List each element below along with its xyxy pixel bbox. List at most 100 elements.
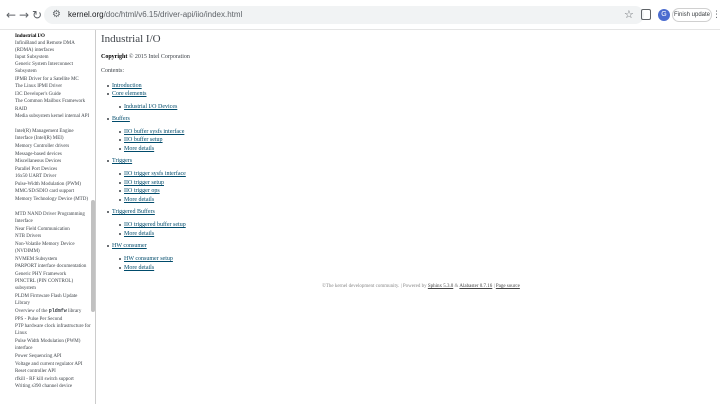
sidebar-item[interactable]: Reset controller API [15, 368, 91, 375]
sidebar-item[interactable]: Generic System Interconnect Subsystem [15, 61, 91, 75]
toc-bullet [107, 118, 109, 120]
sidebar-item[interactable]: Input Subsystem [15, 54, 91, 61]
sidebar-item[interactable]: Pulse-Width Modulation (PWM) [15, 181, 91, 188]
sidebar-item[interactable]: The Common Mailbox Framework [15, 98, 91, 105]
sidebar-item[interactable]: IPMB Driver for a Satellite MC [15, 76, 91, 83]
sidebar-item[interactable]: Overview of the pldmfw library [15, 308, 91, 315]
toc-bullet [119, 182, 121, 184]
footer-prefix: ©The kernel development community. | Pow… [322, 284, 428, 289]
sidebar-item[interactable]: I3C Developer's Guide [15, 91, 91, 98]
sidebar-item[interactable]: InfiniBand and Remote DMA (RDMA) interfa… [15, 40, 91, 54]
sidebar-item[interactable]: NVMEM Subsystem [15, 256, 91, 263]
sidebar-item[interactable]: PPS - Pulse Per Second [15, 316, 91, 323]
toc-bullet [107, 93, 109, 95]
toc-bullet [119, 173, 121, 175]
toc-link[interactable]: IIO trigger ops [124, 187, 160, 195]
toc-link[interactable]: Core elements [112, 90, 147, 98]
toc-bullet [107, 160, 109, 162]
sidebar-item[interactable]: PARPORT interface documentation [15, 263, 91, 270]
footer-source-link[interactable]: Page source [496, 284, 520, 289]
back-icon[interactable]: ← [4, 8, 18, 22]
sidebar-item-code: pldmfw [48, 308, 67, 314]
toc-link[interactable]: HW consumer setup [124, 255, 173, 263]
url-host: kernel.org [68, 10, 104, 19]
sidebar-item[interactable]: Memory Controller drivers [15, 143, 91, 150]
toc-bullet [107, 85, 109, 87]
copyright-label: Copyright [101, 54, 128, 60]
sidebar-item[interactable]: PLDM Firmware Flash Update Library [15, 293, 91, 307]
sidebar-item[interactable]: Writing s390 channel device [15, 383, 91, 390]
toc-link[interactable]: Triggered Buffers [112, 208, 155, 216]
sidebar-item-label: library [66, 309, 82, 314]
sidebar-item[interactable]: Non-Volatile Memory Device (NVDIMM) [15, 241, 91, 255]
sidebar-item[interactable]: Near Field Communication [15, 226, 91, 233]
toc-bullet [119, 106, 121, 108]
site-info-icon[interactable]: ⚙ [52, 9, 64, 21]
sidebar-item[interactable]: PTP hardware clock infrastructure for Li… [15, 323, 91, 337]
footer-sphinx-link[interactable]: Sphinx 5.3.0 [428, 284, 453, 289]
sidebar-item[interactable]: MMC/SD/SDIO card support [15, 188, 91, 195]
extensions-icon[interactable] [641, 9, 651, 20]
copyright-line: Copyright © 2015 Intel Corporation [101, 53, 190, 61]
toc-link[interactable]: Introduction [112, 82, 142, 90]
page-title: Industrial I/O [101, 33, 161, 45]
toc-link[interactable]: IIO trigger sysfs interface [124, 170, 186, 178]
toc-bullet [107, 245, 109, 247]
sidebar-scrollbar[interactable] [91, 200, 95, 312]
toc-link[interactable]: Buffers [112, 115, 130, 123]
reload-icon[interactable]: ↻ [30, 8, 44, 22]
toc-bullet [119, 267, 121, 269]
sidebar-item[interactable]: Miscellaneous Devices [15, 158, 91, 165]
toc-link[interactable]: Industrial I/O Devices [124, 103, 177, 111]
sidebar-item[interactable]: Pulse Width Modulation (PWM) interface [15, 338, 91, 352]
contents-label: Contents: [101, 68, 125, 74]
sidebar-item[interactable]: Parallel Port Devices [15, 166, 91, 173]
toc-bullet [119, 190, 121, 192]
sidebar-item[interactable]: Intel(R) Management Engine Interface (In… [15, 128, 91, 142]
sidebar-nav: Industrial I/O InfiniBand and Remote DMA … [0, 30, 96, 404]
footer-alabaster-link[interactable]: Alabaster 0.7.16 [459, 284, 492, 289]
sidebar-item[interactable]: The Linux IPMI Driver [15, 83, 91, 90]
toc-link[interactable]: More details [124, 196, 154, 204]
finish-update-button[interactable]: Finish update [672, 8, 712, 22]
toc-bullet [119, 148, 121, 150]
sidebar-item[interactable]: Power Sequencing API [15, 353, 91, 360]
toc-bullet [119, 131, 121, 133]
toc-link[interactable]: More details [124, 145, 154, 153]
browser-toolbar: ← → ↻ ⚙ kernel.org/doc/html/v6.15/driver… [0, 0, 720, 30]
bookmark-star-icon[interactable]: ☆ [624, 8, 634, 22]
toc-link[interactable]: More details [124, 264, 154, 272]
sidebar-item[interactable]: Media subsystem kernel internal API [15, 113, 91, 120]
page-footer: ©The kernel development community. | Pow… [322, 283, 520, 290]
address-bar[interactable]: ⚙ kernel.org/doc/html/v6.15/driver-api/i… [44, 6, 644, 24]
sidebar-item[interactable]: NTB Drivers [15, 233, 91, 240]
sidebar-item[interactable]: rfkill - RF kill switch support [15, 376, 91, 383]
toc-link[interactable]: HW consumer [112, 242, 147, 250]
toc-bullet [107, 211, 109, 213]
toc-link[interactable]: Triggers [112, 157, 132, 165]
toc-bullet [119, 258, 121, 260]
sidebar-item[interactable]: Industrial I/O [15, 33, 91, 40]
toc-link[interactable]: More details [124, 230, 154, 238]
toc-bullet [119, 224, 121, 226]
toc-link[interactable]: IIO triggered buffer setup [124, 221, 186, 229]
toc-bullet [119, 233, 121, 235]
main-content: Industrial I/O Copyright © 2015 Intel Co… [100, 30, 720, 404]
profile-avatar[interactable]: G [658, 9, 670, 21]
url-text[interactable]: kernel.org/doc/html/v6.15/driver-api/iio… [68, 9, 242, 21]
forward-icon[interactable]: → [17, 8, 31, 22]
kebab-menu-icon[interactable]: ⋮ [712, 8, 720, 22]
sidebar-item[interactable]: MTD NAND Driver Programming Interface [15, 211, 91, 225]
sidebar-item[interactable]: 16x50 UART Driver [15, 173, 91, 180]
sidebar-item[interactable]: Memory Technology Device (MTD) [15, 196, 91, 203]
url-path: /doc/html/v6.15/driver-api/iio/index.htm… [103, 10, 243, 19]
sidebar-item[interactable]: Generic PHY Framework [15, 271, 91, 278]
copyright-text: © 2015 Intel Corporation [128, 54, 190, 60]
toc-link[interactable]: IIO trigger setup [124, 179, 164, 187]
toc-link[interactable]: IIO buffer setup [124, 136, 163, 144]
sidebar-item[interactable]: PINCTRL (PIN CONTROL) subsystem [15, 278, 91, 292]
sidebar-item[interactable]: Voltage and current regulator API [15, 361, 91, 368]
sidebar-item[interactable]: Message-based devices [15, 151, 91, 158]
toc-link[interactable]: IIO buffer sysfs interface [124, 128, 184, 136]
sidebar-item[interactable]: RAID [15, 106, 91, 113]
